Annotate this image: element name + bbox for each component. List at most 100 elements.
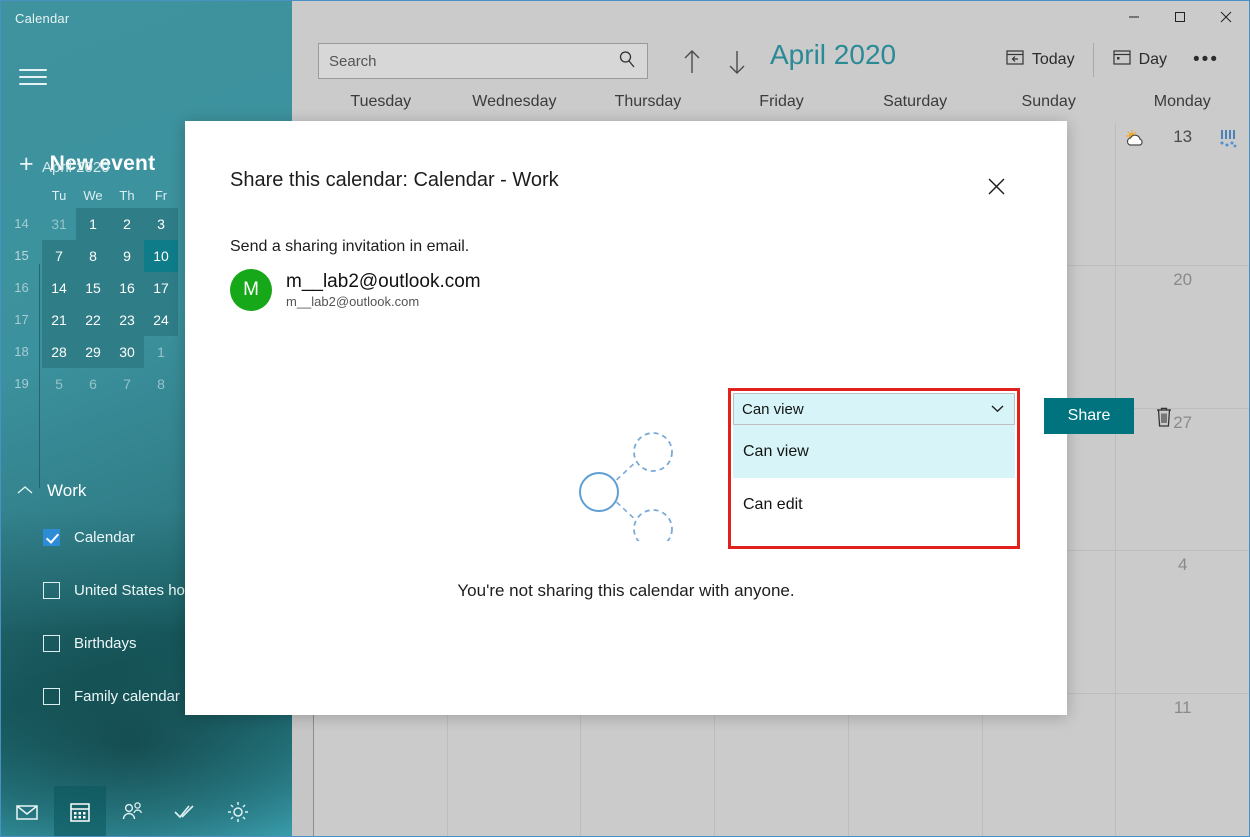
mini-calendar-weekday: We (83, 188, 103, 203)
hamburger-line (19, 69, 47, 71)
mini-calendar-week-number: 19 (14, 376, 29, 391)
day-name: Friday (759, 93, 804, 110)
week-number-spacer (292, 93, 314, 121)
dialog-close-button[interactable] (981, 171, 1011, 201)
calendar-item-label: United States hol (74, 582, 189, 599)
mini-calendar-day[interactable]: 8 (76, 240, 110, 272)
hamburger-menu-icon[interactable] (15, 62, 51, 92)
chevron-down-icon (991, 402, 1004, 416)
dialog-subtitle: Send a sharing invitation in email. (230, 238, 470, 255)
mini-calendar-day[interactable]: 29 (76, 336, 110, 368)
nav-people-button[interactable] (106, 786, 159, 836)
mini-calendar-day[interactable]: 2 (110, 208, 144, 240)
calendar-checkbox[interactable] (43, 688, 60, 705)
maximize-button[interactable] (1157, 1, 1203, 33)
nav-settings-button[interactable] (211, 786, 264, 836)
calendar-app-window: Calendar + New event April 2020 Tu We Th Fr… (0, 0, 1250, 837)
mini-calendar-day[interactable]: 1 (76, 208, 110, 240)
mini-calendar-day[interactable]: 28 (42, 336, 76, 368)
calendar-item-label: Calendar (74, 529, 135, 546)
mini-calendar-divider (39, 264, 40, 488)
calendar-group-label: Work (47, 481, 87, 500)
nav-tasks-button[interactable] (159, 786, 212, 836)
view-selector-button[interactable]: Day (1100, 41, 1179, 78)
month-title[interactable]: April 2020 (770, 39, 896, 71)
month-grid-cell[interactable]: 8 (715, 694, 849, 836)
calendar-item-label: Family calendar (74, 688, 180, 705)
minimize-button[interactable] (1111, 1, 1157, 33)
today-button[interactable]: Today (993, 41, 1087, 78)
mini-calendar-day[interactable]: 22 (76, 304, 110, 336)
day-names-row: Tuesday Wednesday Thursday Friday Saturday Su… (314, 93, 1249, 121)
mini-calendar-week-number: 15 (14, 248, 29, 263)
day-name: Tuesday (350, 93, 412, 110)
month-grid-cell[interactable]: 9 (849, 694, 983, 836)
empty-state-text: You're not sharing this calendar with an… (457, 581, 795, 600)
calendar-checkbox[interactable] (43, 582, 60, 599)
month-grid-cell[interactable]: 6 (448, 694, 582, 836)
share-recipient-row: M m__lab2@outlook.com m__lab2@outlook.co… (230, 269, 481, 311)
mini-calendar-weeknum-header (1, 184, 42, 208)
permission-dropdown-highlight: Can view Can view Can edit (728, 388, 1020, 549)
month-grid-cell[interactable]: 13 (1116, 123, 1249, 265)
day-name: Sunday (1021, 93, 1076, 110)
more-options-button[interactable]: ••• (1179, 43, 1233, 77)
today-calendar-icon (1005, 47, 1025, 72)
avatar: M (230, 269, 272, 311)
search-icon[interactable] (617, 49, 637, 74)
day-number: 20 (1173, 269, 1193, 289)
mini-calendar-day[interactable]: 3 (144, 208, 178, 240)
permission-select[interactable]: Can view (733, 393, 1015, 425)
month-grid-cell[interactable]: 10 (983, 694, 1117, 836)
mini-calendar-day[interactable]: 5 (42, 368, 76, 400)
delete-recipient-button[interactable] (1149, 402, 1179, 432)
month-grid-cell[interactable]: 5 (314, 694, 448, 836)
mini-calendar-day[interactable]: 7 (110, 368, 144, 400)
nav-calendar-button[interactable] (53, 786, 107, 836)
previous-period-button[interactable] (675, 45, 709, 79)
calendar-checkbox[interactable] (43, 529, 60, 546)
search-input[interactable]: Search (318, 43, 648, 79)
mini-calendar-day[interactable]: 17 (144, 272, 178, 304)
month-grid-cell[interactable]: 20 (1116, 266, 1249, 408)
mini-calendar-day[interactable]: 8 (144, 368, 178, 400)
mini-calendar-day[interactable]: 14 (42, 272, 76, 304)
mini-calendar-day[interactable]: 31 (42, 208, 76, 240)
mini-calendar-day[interactable]: 7 (42, 240, 76, 272)
recipient-email: m__lab2@outlook.com (286, 294, 420, 310)
app-title: Calendar (15, 11, 70, 26)
mini-calendar-day[interactable]: 24 (144, 304, 178, 336)
day-number: 11 (1173, 698, 1192, 718)
permission-option[interactable]: Can view (733, 425, 1015, 478)
close-button[interactable] (1203, 1, 1249, 33)
month-grid-cell[interactable]: 4 (1116, 551, 1249, 693)
mini-calendar-weekday: Fr (154, 188, 168, 203)
mini-calendar-week-number: 17 (14, 312, 29, 327)
mini-calendar-week-number: 18 (14, 344, 29, 359)
permission-option[interactable]: Can edit (733, 478, 1015, 531)
share-button[interactable]: Share (1044, 398, 1134, 434)
day-calendar-icon (1112, 47, 1132, 72)
mini-calendar-day[interactable]: 23 (110, 304, 144, 336)
mini-calendar-day[interactable]: 15 (76, 272, 110, 304)
mini-calendar-day[interactable]: 9 (110, 240, 144, 272)
month-grid-cell[interactable]: 7 (581, 694, 716, 836)
mini-calendar-day[interactable]: 30 (110, 336, 144, 368)
next-period-button[interactable] (720, 45, 754, 79)
mini-calendar-weekday: Tu (51, 188, 67, 203)
day-name: Thursday (614, 93, 682, 110)
share-calendar-dialog: Share this calendar: Calendar - Work Sen… (185, 121, 1171, 715)
mini-calendar-week-number: 16 (14, 280, 29, 295)
toolbar-separator (1092, 42, 1094, 77)
nav-mail-button[interactable] (1, 786, 54, 836)
toolbar: Search April 2020 Today Day ••• (292, 39, 1249, 85)
month-grid-cell[interactable]: 11 (1116, 694, 1249, 836)
mini-calendar-day[interactable]: 6 (76, 368, 110, 400)
month-grid-cell[interactable]: 27 (1116, 409, 1249, 551)
calendar-checkbox[interactable] (43, 635, 60, 652)
permission-options-list[interactable]: Can view Can edit (733, 425, 1015, 531)
mini-calendar-day[interactable]: 10 (144, 240, 178, 272)
mini-calendar-day[interactable]: 1 (144, 336, 178, 368)
mini-calendar-day[interactable]: 21 (42, 304, 76, 336)
mini-calendar-day[interactable]: 16 (110, 272, 144, 304)
